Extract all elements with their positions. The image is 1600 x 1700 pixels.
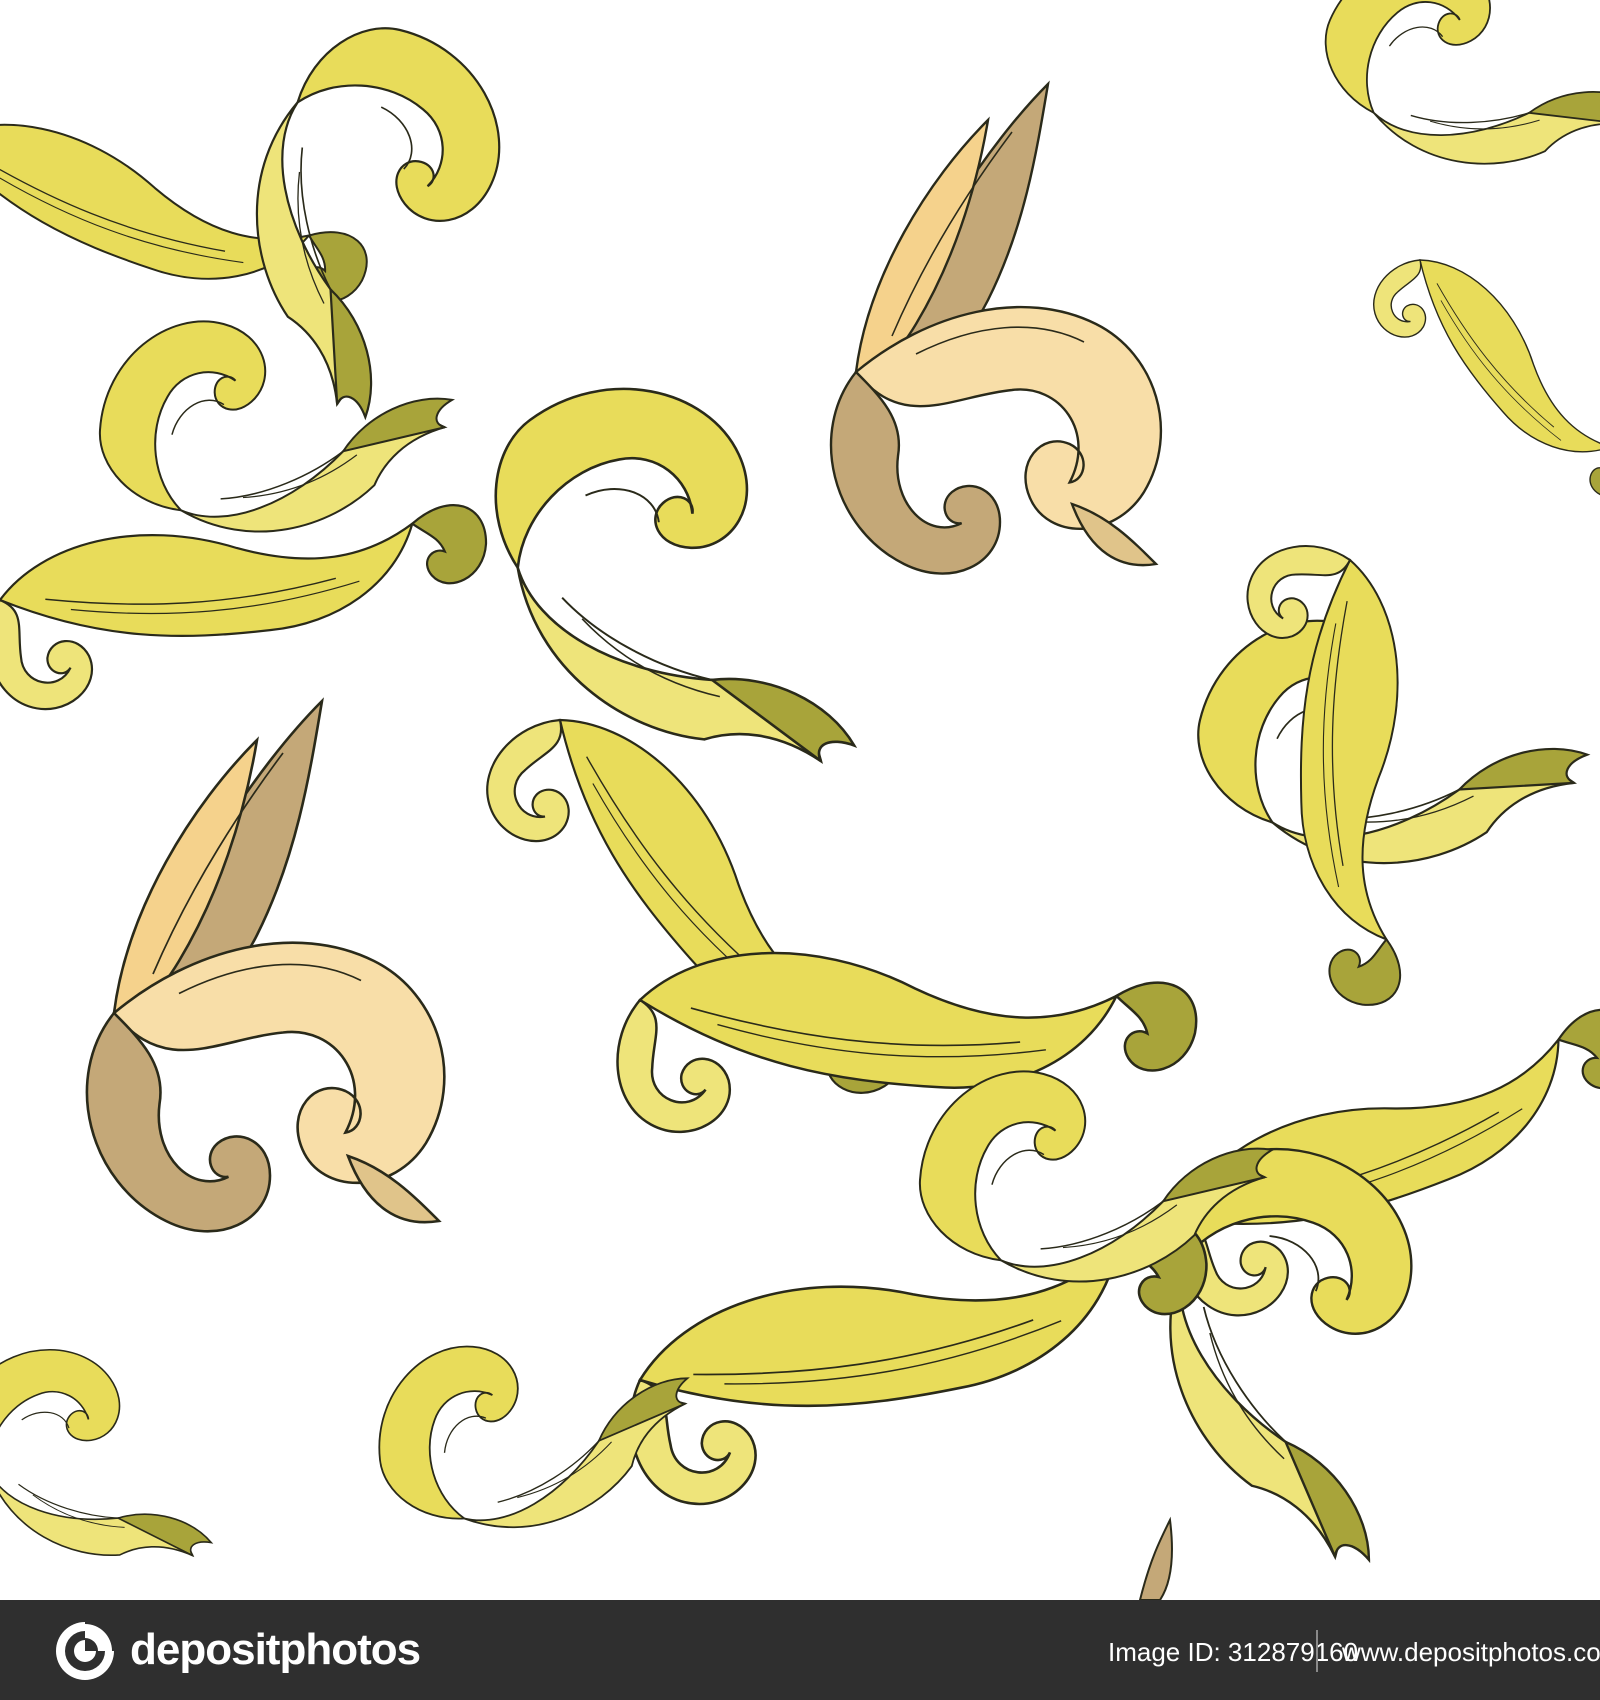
site-url: www.depositphotos.com [1342,1637,1600,1667]
ornament-yellow-right-middle [1168,531,1600,1015]
depositphotos-logo-icon [56,1620,116,1680]
watermark-footer-bar: depositphotos Image ID: 312879160 www.de… [0,1600,1600,1700]
ornament-yellow-top-right [1311,0,1600,191]
image-id-label: Image ID: 312879160 [1108,1637,1359,1667]
ornament-yellow-middle-left [0,222,502,723]
ornament-peach-bottom-left [85,699,446,1233]
ornament-peach-top-right [829,82,1163,575]
ornament-taupe-partial-bottom [1138,1516,1173,1600]
baroque-ornament-pattern [0,0,1600,1600]
footer-divider [1316,1630,1318,1672]
ornament-yellow-bottom-left [0,1236,712,1598]
brand-name: depositphotos [130,1625,421,1674]
ornament-yellow-right-edge-top [1358,233,1600,518]
